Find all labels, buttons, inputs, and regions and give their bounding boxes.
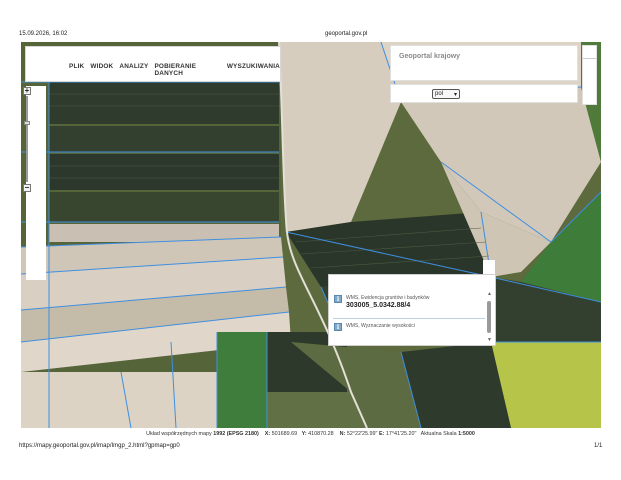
y-value: 410870.28	[308, 431, 334, 437]
popup-layer-name: WMS, Ewidencja gruntów i budynków	[346, 295, 430, 301]
zoom-out-button[interactable]: −	[23, 184, 31, 192]
scroll-up-icon[interactable]: ▲	[487, 291, 492, 297]
menu-item-widok[interactable]: WIDOK	[90, 63, 113, 77]
n-value: 52°22'25.99"	[346, 431, 378, 437]
popup-tab[interactable]	[483, 260, 495, 274]
popup-scrollbar[interactable]: ▲ ▼	[487, 291, 492, 343]
coord-system-label: Układ współrzędnych mapy	[146, 431, 212, 437]
popup-divider	[333, 318, 485, 319]
popup-row-ewidencja[interactable]: i WMS, Ewidencja gruntów i budynków 3030…	[334, 295, 429, 309]
popup-layer-name: WMS, Wyznaczanie wysokości	[346, 323, 415, 329]
main-menu: PLIK WIDOK ANALIZY POBIERANIE DANYCH WYS…	[69, 63, 280, 77]
print-footer-page: 1/1	[594, 443, 603, 449]
menu-panel: PLIK WIDOK ANALIZY POBIERANIE DANYCH WYS…	[25, 46, 281, 82]
side-panel-strip[interactable]	[582, 45, 597, 105]
portal-title: Geoportal krajowy	[399, 53, 461, 60]
menu-item-plik[interactable]: PLIK	[69, 63, 84, 77]
coord-system-value: 1992 (EPSG 2180)	[213, 431, 259, 437]
info-icon: i	[334, 295, 342, 303]
popup-row-wysokosc[interactable]: i WMS, Wyznaczanie wysokości	[334, 323, 415, 331]
zoom-panel	[26, 86, 46, 280]
menu-item-wyszukiwania[interactable]: WYSZUKIWANIA	[227, 63, 280, 77]
print-date: 15.09.2026, 16:02	[19, 31, 68, 37]
x-value: 501689.69	[271, 431, 298, 437]
menu-item-pobieranie-danych[interactable]: POBIERANIE DANYCH	[154, 63, 220, 77]
side-panel-divider	[583, 58, 596, 59]
scale-value: 1:5000	[458, 431, 475, 437]
print-header: 15.09.2026, 16:02 geoportal.gov.pl	[0, 0, 621, 40]
portal-title-panel: Geoportal krajowy	[390, 45, 578, 81]
zoom-slider-handle[interactable]	[24, 121, 30, 125]
language-panel: pol ▾	[390, 84, 578, 103]
feature-info-popup: i WMS, Ewidencja gruntów i budynków 3030…	[328, 274, 496, 346]
chevron-down-icon: ▾	[453, 92, 457, 98]
scale-label: Aktualna Skala	[420, 431, 457, 437]
scroll-down-icon[interactable]: ▼	[487, 337, 492, 343]
e-value: 17°41'25.20"	[385, 431, 417, 437]
language-select-value: pol	[435, 91, 444, 97]
coordinates-status-bar: Układ współrzędnych mapy 1992 (EPSG 2180…	[0, 428, 621, 440]
x-label: X:	[264, 431, 271, 437]
scroll-thumb[interactable]	[487, 301, 491, 333]
y-label: Y:	[301, 431, 307, 437]
print-footer-url: https://mapy.geoportal.gov.pl/imap/Imgp_…	[19, 443, 180, 449]
zoom-slider-track[interactable]	[26, 96, 28, 182]
info-icon: i	[334, 323, 342, 331]
parcel-id: 303005_5.0342.88/4	[346, 302, 411, 309]
menu-item-analizy[interactable]: ANALIZY	[119, 63, 148, 77]
e-label: E:	[378, 431, 385, 437]
language-select[interactable]: pol ▾	[432, 89, 460, 99]
n-label: N:	[339, 431, 346, 437]
zoom-in-button[interactable]: +	[23, 87, 31, 95]
print-domain: geoportal.gov.pl	[325, 31, 368, 37]
